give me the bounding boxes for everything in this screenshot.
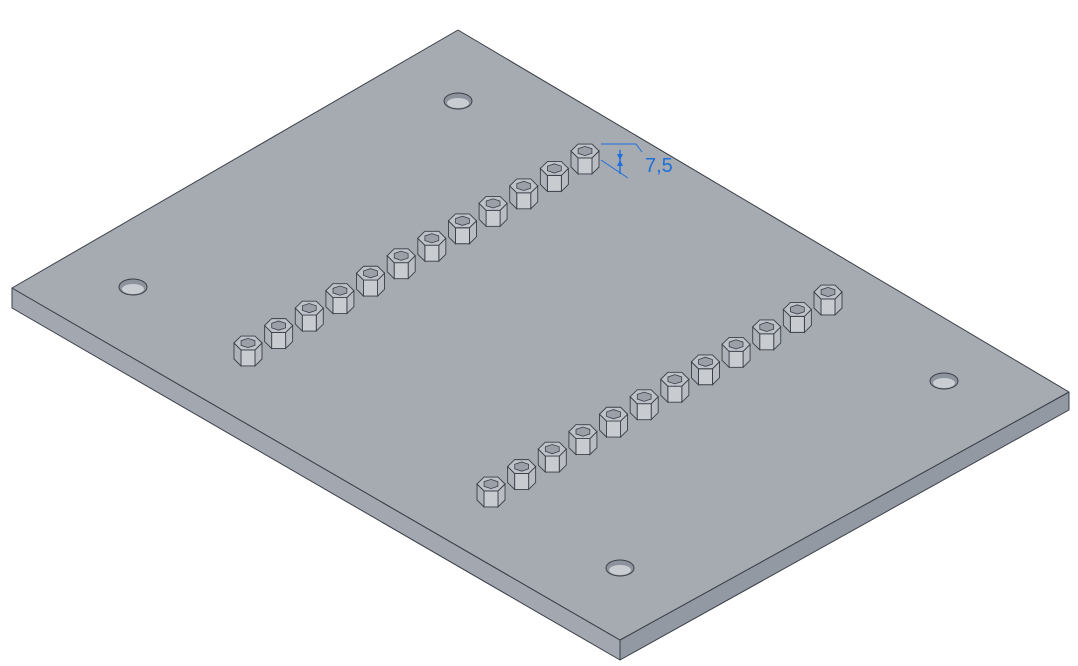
hex-standoff — [263, 318, 294, 350]
hex-standoff — [509, 178, 539, 210]
hex-standoff — [568, 424, 598, 456]
hex-standoff — [598, 406, 629, 439]
plate-top-face[interactable] — [11, 29, 1070, 641]
mounting-hole — [605, 559, 635, 577]
plate-body[interactable] — [11, 29, 1070, 661]
hex-standoff — [660, 371, 690, 404]
hex-standoff — [537, 441, 567, 474]
hex-standoff — [690, 354, 721, 386]
hex-standoff — [629, 389, 659, 421]
hex-standoff — [294, 300, 324, 333]
hex-standoff — [813, 284, 843, 317]
hex-standoff — [476, 476, 506, 509]
hex-standoff — [721, 336, 751, 369]
hex-standoff — [570, 143, 600, 176]
hex-standoff — [233, 335, 263, 368]
hex-standoff — [417, 230, 447, 263]
dimension-value[interactable]: 7,5 — [645, 155, 673, 177]
mounting-hole — [118, 278, 148, 296]
mounting-hole — [929, 372, 959, 390]
hex-standoff — [478, 195, 508, 228]
mounting-hole — [443, 92, 473, 110]
cad-viewport[interactable]: 7,5 — [0, 0, 1078, 666]
hex-standoff — [355, 265, 386, 298]
plate-model[interactable]: 7,5 — [0, 0, 1078, 666]
hex-standoff — [386, 248, 416, 280]
hex-standoff — [506, 459, 537, 491]
hex-standoff — [539, 161, 570, 193]
hex-standoff — [752, 319, 782, 351]
hex-standoff — [447, 213, 478, 245]
hex-standoff — [782, 302, 813, 334]
hex-standoff — [325, 283, 355, 315]
